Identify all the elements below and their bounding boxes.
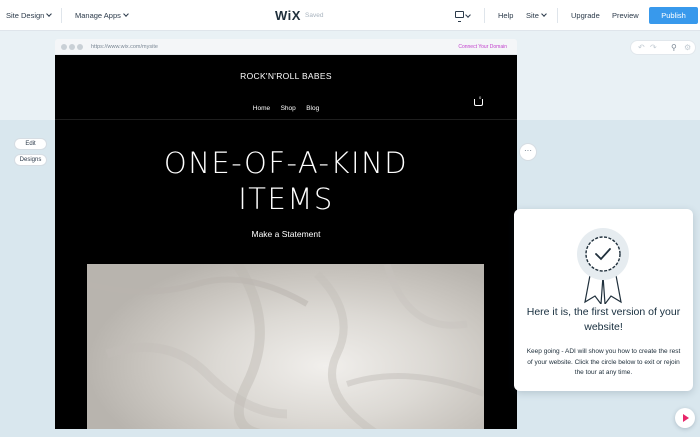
tagline[interactable]: Make a Statement bbox=[55, 229, 517, 239]
nav-home[interactable]: Home bbox=[253, 105, 270, 112]
browser-bar: https://www.wix.com/mysite Connect Your … bbox=[55, 39, 517, 55]
preview-button[interactable]: Preview bbox=[612, 0, 639, 31]
ribbon-checkmark-icon bbox=[577, 228, 629, 304]
hero-line-1: ONE-OF-A-KIND bbox=[163, 146, 409, 180]
site-menu[interactable]: Site bbox=[526, 0, 547, 31]
desktop-view-icon[interactable] bbox=[455, 11, 464, 22]
nav-blog[interactable]: Blog bbox=[306, 105, 319, 112]
saved-status: Saved bbox=[305, 12, 324, 19]
hero-heading[interactable]: ONE-OF-A-KIND ITEMS bbox=[55, 145, 517, 217]
tour-heading: Here it is, the first version of your we… bbox=[526, 306, 681, 333]
site-title[interactable]: ROCK'N'ROLL BABES bbox=[55, 71, 517, 81]
help-menu[interactable]: Help bbox=[498, 0, 513, 31]
divider bbox=[484, 8, 485, 23]
header-divider bbox=[55, 119, 517, 120]
chevron-down-icon bbox=[541, 11, 547, 17]
chevron-down-icon bbox=[46, 11, 53, 17]
hero-image[interactable] bbox=[87, 264, 484, 429]
window-dot bbox=[61, 44, 67, 50]
window-dot bbox=[77, 44, 83, 50]
settings-icon[interactable]: ⚙ bbox=[684, 41, 691, 54]
zoom-icon[interactable]: ⚲ bbox=[671, 41, 677, 54]
chevron-down-icon bbox=[123, 11, 129, 17]
hero-line-2: ITEMS bbox=[238, 182, 334, 216]
site-design-label: Site Design bbox=[6, 11, 45, 20]
window-dot bbox=[69, 44, 75, 50]
connect-domain-link[interactable]: Connect Your Domain bbox=[458, 39, 507, 55]
manage-apps-menu[interactable]: Manage Apps bbox=[75, 0, 129, 31]
chevron-down-icon[interactable] bbox=[465, 12, 471, 18]
site-label: Site bbox=[526, 11, 539, 20]
bedsheet-image bbox=[87, 264, 484, 429]
site-design-menu[interactable]: Site Design bbox=[6, 0, 53, 31]
site-nav: Home Shop Blog bbox=[55, 97, 517, 115]
redo-icon[interactable]: ↷ bbox=[650, 41, 657, 54]
site-url: https://www.wix.com/mysite bbox=[91, 44, 158, 50]
cart-icon[interactable] bbox=[474, 99, 483, 106]
history-zoom-toolbar: ↶ ↷ ⚲ ⚙ bbox=[630, 40, 696, 55]
tour-panel: Here it is, the first version of your we… bbox=[514, 209, 693, 391]
top-bar: Site Design Manage Apps WiX Saved Help S… bbox=[0, 0, 700, 31]
wix-logo: WiX bbox=[275, 8, 301, 23]
nav-shop[interactable]: Shop bbox=[281, 105, 296, 112]
manage-apps-label: Manage Apps bbox=[75, 11, 121, 20]
publish-button[interactable]: Publish bbox=[649, 7, 698, 24]
more-options-button[interactable]: ··· bbox=[519, 143, 537, 161]
divider bbox=[61, 8, 62, 23]
tour-body: Keep going - ADI will show you how to cr… bbox=[526, 348, 681, 376]
edit-button[interactable]: Edit bbox=[14, 138, 47, 150]
undo-icon[interactable]: ↶ bbox=[638, 41, 645, 54]
divider bbox=[557, 8, 558, 23]
tour-play-button[interactable] bbox=[675, 408, 695, 428]
site-preview[interactable]: ROCK'N'ROLL BABES Home Shop Blog 0 ONE-O… bbox=[55, 55, 517, 429]
upgrade-button[interactable]: Upgrade bbox=[571, 0, 600, 31]
designs-button[interactable]: Designs bbox=[14, 154, 47, 166]
